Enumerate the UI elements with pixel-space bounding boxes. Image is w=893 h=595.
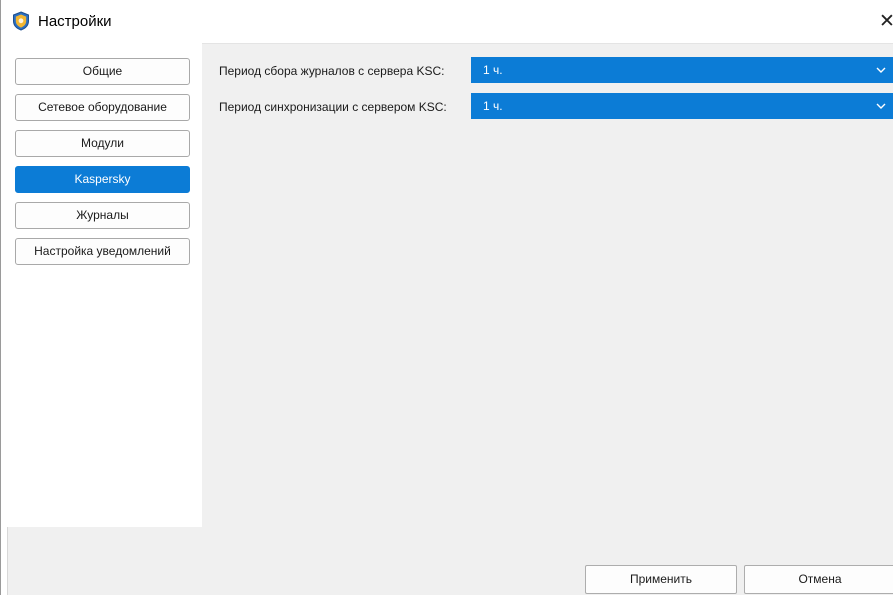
divider	[202, 43, 893, 44]
log-collection-period-select[interactable]: 1 ч.	[471, 57, 893, 83]
chevron-down-icon	[876, 103, 886, 109]
settings-window: Настройки ✕ Общие Сетевое оборудование М…	[0, 0, 893, 595]
sidebar-item-kaspersky[interactable]: Kaspersky	[15, 166, 190, 193]
settings-panel: Период сбора журналов с сервера KSC: 1 ч…	[202, 43, 893, 527]
window-title: Настройки	[38, 13, 112, 30]
shield-icon	[13, 11, 29, 31]
sidebar-item-notification-settings[interactable]: Настройка уведомлений	[15, 238, 190, 265]
sidebar-item-logs[interactable]: Журналы	[15, 202, 190, 229]
close-icon[interactable]: ✕	[879, 11, 893, 31]
cancel-button[interactable]: Отмена	[744, 565, 893, 594]
sync-period-label: Период синхронизации с сервером KSC:	[219, 100, 447, 114]
title-bar[interactable]: Настройки ✕	[1, 0, 893, 42]
log-collection-period-label: Период сбора журналов с сервера KSC:	[219, 64, 445, 78]
chevron-down-icon	[876, 67, 886, 73]
sidebar-item-modules[interactable]: Модули	[15, 130, 190, 157]
sidebar: Общие Сетевое оборудование Модули Kasper…	[7, 43, 202, 527]
sync-period-value: 1 ч.	[483, 99, 503, 113]
sync-period-select[interactable]: 1 ч.	[471, 93, 893, 119]
window-border	[0, 0, 1, 595]
apply-button[interactable]: Применить	[585, 565, 737, 594]
log-collection-period-value: 1 ч.	[483, 63, 503, 77]
sidebar-item-general[interactable]: Общие	[15, 58, 190, 85]
sidebar-item-network-equipment[interactable]: Сетевое оборудование	[15, 94, 190, 121]
divider	[7, 527, 8, 595]
